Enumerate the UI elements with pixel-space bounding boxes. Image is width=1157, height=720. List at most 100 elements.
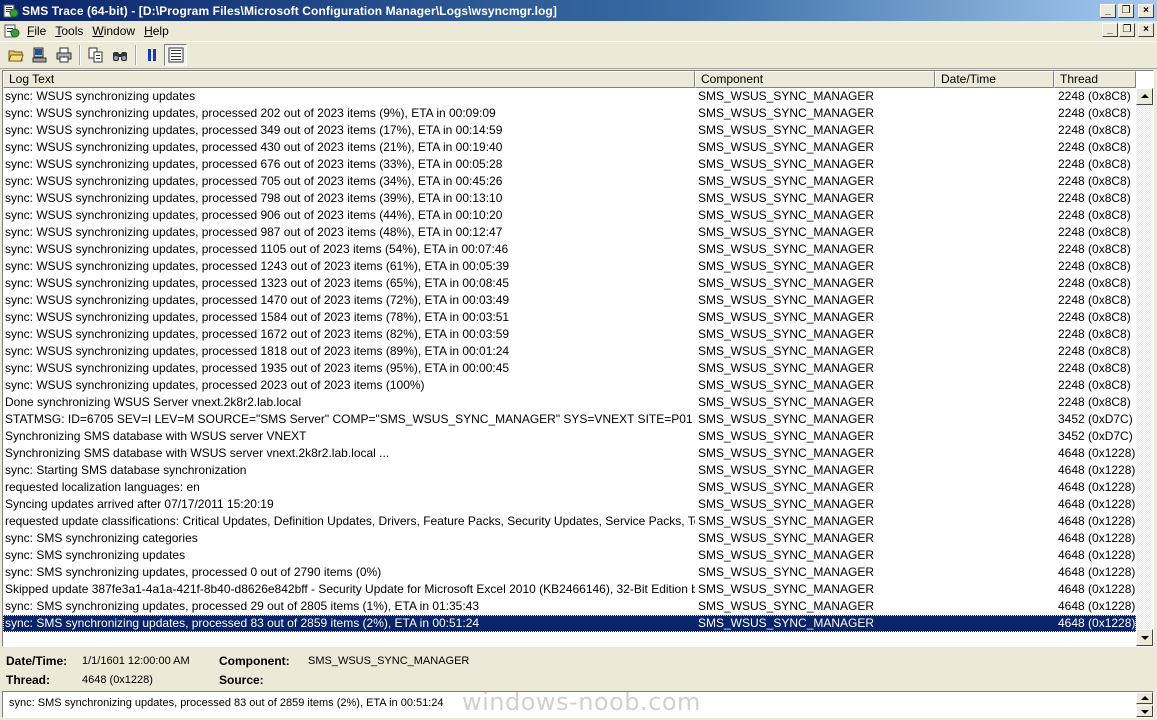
print-button[interactable]: [52, 44, 75, 66]
cell-thread: 2248 (0x8C8): [1058, 123, 1131, 137]
cell-thread: 2248 (0x8C8): [1058, 106, 1131, 120]
cell-component: SMS_WSUS_SYNC_MANAGER: [698, 480, 875, 494]
server-button[interactable]: [28, 44, 51, 66]
doc-close-button[interactable]: ×: [1138, 23, 1154, 37]
table-row[interactable]: requested localization languages: en SMS_…: [3, 479, 1136, 496]
cell-datetime: [935, 156, 1054, 173]
log-list[interactable]: Log Text Component Date/Time Thread sync…: [2, 70, 1154, 647]
table-row[interactable]: sync: SMS synchronizing updates, process…: [3, 598, 1136, 615]
table-row[interactable]: sync: SMS synchronizing updates SMS_WSUS_…: [3, 547, 1136, 564]
table-row[interactable]: sync: WSUS synchronizing updates, proces…: [3, 275, 1136, 292]
cell-component: SMS_WSUS_SYNC_MANAGER: [698, 310, 875, 324]
menu-window[interactable]: Window: [89, 24, 141, 38]
table-row[interactable]: Skipped update 387fe3a1-4a1a-421f-8b40-d…: [3, 581, 1136, 598]
cell-component: SMS_WSUS_SYNC_MANAGER: [698, 497, 875, 511]
document-icon[interactable]: [4, 23, 20, 39]
table-row[interactable]: sync: WSUS synchronizing updates, proces…: [3, 122, 1136, 139]
table-row[interactable]: sync: SMS synchronizing categories SMS_WS…: [3, 530, 1136, 547]
cell-thread: 2248 (0x8C8): [1058, 395, 1131, 409]
table-row[interactable]: sync: WSUS synchronizing updates SMS_WSUS…: [3, 88, 1136, 105]
cell-thread: 3452 (0xD7C): [1058, 429, 1133, 443]
cell-component: SMS_WSUS_SYNC_MANAGER: [698, 89, 875, 103]
cell-datetime: [935, 564, 1054, 581]
app-icon[interactable]: [3, 3, 19, 19]
thread-label: Thread:: [6, 673, 51, 687]
thread-value: 4648 (0x1228): [82, 674, 153, 686]
cell-thread: 2248 (0x8C8): [1058, 242, 1131, 256]
cell-datetime: [935, 598, 1054, 615]
table-row[interactable]: sync: SMS synchronizing updates, process…: [3, 615, 1136, 632]
menu-tools[interactable]: Tools: [52, 24, 89, 38]
cell-thread: 2248 (0x8C8): [1058, 276, 1131, 290]
table-row[interactable]: Done synchronizing WSUS Server vnext.2k8…: [3, 394, 1136, 411]
cell-log-text: Done synchronizing WSUS Server vnext.2k8…: [5, 395, 302, 409]
find-icon: [112, 52, 127, 61]
column-header-thread[interactable]: Thread: [1054, 71, 1136, 88]
table-row[interactable]: sync: WSUS synchronizing updates, proces…: [3, 139, 1136, 156]
table-row[interactable]: sync: WSUS synchronizing updates, proces…: [3, 309, 1136, 326]
cell-component: SMS_WSUS_SYNC_MANAGER: [698, 616, 875, 630]
table-row[interactable]: Synchronizing SMS database with WSUS ser…: [3, 428, 1136, 445]
table-row[interactable]: sync: WSUS synchronizing updates, proces…: [3, 326, 1136, 343]
toolbar-separator: [79, 45, 81, 65]
cell-datetime: [935, 326, 1054, 343]
title-bar[interactable]: SMS Trace (64-bit) - [D:\Program Files\M…: [0, 0, 1157, 21]
cell-datetime: [935, 292, 1054, 309]
pause-button[interactable]: [140, 44, 163, 66]
doc-restore-button[interactable]: ❐: [1119, 23, 1135, 37]
table-row[interactable]: requested update classifications: Critic…: [3, 513, 1136, 530]
table-row[interactable]: sync: WSUS synchronizing updates, proces…: [3, 258, 1136, 275]
minimize-button[interactable]: _: [1100, 3, 1116, 18]
menu-file[interactable]: File: [24, 24, 52, 38]
cell-thread: 2248 (0x8C8): [1058, 310, 1131, 324]
message-scroll-up-button[interactable]: [1136, 692, 1153, 704]
scroll-down-button[interactable]: [1136, 629, 1153, 646]
cell-log-text: sync: Starting SMS database synchronizat…: [5, 463, 247, 477]
message-scroll-down-button[interactable]: [1136, 705, 1153, 717]
cell-log-text: Skipped update 387fe3a1-4a1a-421f-8b40-d…: [5, 582, 695, 596]
table-row[interactable]: STATMSG: ID=6705 SEV=I LEV=M SOURCE="SMS…: [3, 411, 1136, 428]
table-row[interactable]: Syncing updates arrived after 07/17/2011…: [3, 496, 1136, 513]
column-header-component[interactable]: Component: [695, 71, 935, 88]
copy-button[interactable]: [84, 44, 107, 66]
scroll-up-button[interactable]: [1136, 88, 1153, 105]
source-label: Source:: [219, 673, 264, 687]
table-row[interactable]: sync: WSUS synchronizing updates, proces…: [3, 173, 1136, 190]
table-row[interactable]: sync: WSUS synchronizing updates, proces…: [3, 343, 1136, 360]
table-row[interactable]: sync: WSUS synchronizing updates, proces…: [3, 360, 1136, 377]
table-row[interactable]: sync: SMS synchronizing updates, process…: [3, 564, 1136, 581]
table-row[interactable]: sync: WSUS synchronizing updates, proces…: [3, 224, 1136, 241]
menu-help[interactable]: Help: [141, 24, 175, 38]
table-row[interactable]: sync: Starting SMS database synchronizat…: [3, 462, 1136, 479]
open-button[interactable]: [4, 44, 27, 66]
table-row[interactable]: sync: WSUS synchronizing updates, proces…: [3, 292, 1136, 309]
table-row[interactable]: sync: WSUS synchronizing updates, proces…: [3, 156, 1136, 173]
cell-log-text: sync: WSUS synchronizing updates, proces…: [5, 310, 510, 324]
find-button[interactable]: [108, 44, 131, 66]
cell-datetime: [935, 241, 1054, 258]
columns-button[interactable]: [164, 44, 187, 66]
table-row[interactable]: sync: WSUS synchronizing updates, proces…: [3, 190, 1136, 207]
cell-log-text: STATMSG: ID=6705 SEV=I LEV=M SOURCE="SMS…: [5, 412, 695, 426]
print-icon: [56, 47, 71, 63]
restore-button[interactable]: ❐: [1118, 3, 1134, 18]
cell-datetime: [935, 530, 1054, 547]
vertical-scrollbar[interactable]: [1136, 88, 1153, 646]
doc-minimize-button[interactable]: _: [1102, 23, 1118, 37]
cell-log-text: sync: WSUS synchronizing updates, proces…: [5, 378, 425, 392]
table-row[interactable]: Synchronizing SMS database with WSUS ser…: [3, 445, 1136, 462]
table-row[interactable]: sync: WSUS synchronizing updates, proces…: [3, 207, 1136, 224]
cell-datetime: [935, 224, 1054, 241]
cell-component: SMS_WSUS_SYNC_MANAGER: [698, 344, 875, 358]
cell-datetime: [935, 394, 1054, 411]
column-header-log-text[interactable]: Log Text: [3, 71, 695, 88]
close-button[interactable]: ×: [1138, 3, 1154, 18]
message-scrollbar[interactable]: [1136, 692, 1153, 717]
cell-log-text: sync: WSUS synchronizing updates: [5, 89, 196, 103]
column-header-datetime[interactable]: Date/Time: [935, 71, 1054, 88]
cell-datetime: [935, 581, 1054, 598]
table-row[interactable]: sync: WSUS synchronizing updates, proces…: [3, 377, 1136, 394]
table-row[interactable]: sync: WSUS synchronizing updates, proces…: [3, 241, 1136, 258]
table-row[interactable]: sync: WSUS synchronizing updates, proces…: [3, 105, 1136, 122]
toolbar-separator: [135, 45, 137, 65]
